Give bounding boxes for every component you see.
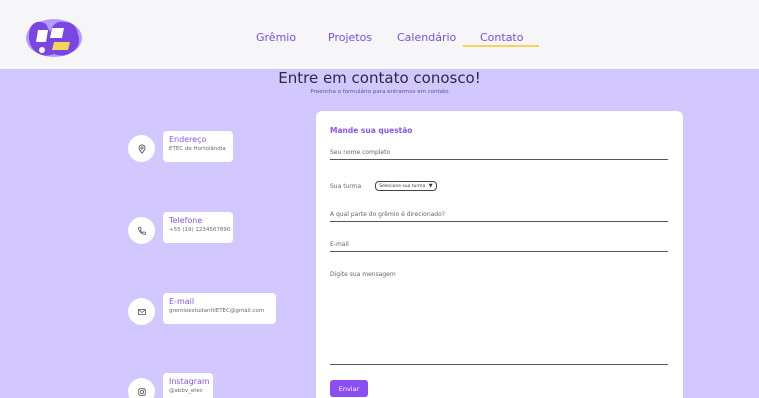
form-heading: Mande sua questão — [330, 126, 413, 135]
site-header: Grêmio Projetos Calendário Contato — [0, 0, 759, 69]
contact-label: Endereço — [169, 135, 207, 144]
turma-row: Sua turma Selecione sua turma ▼ — [330, 181, 437, 191]
turma-select-value: Selecione sua turma — [379, 184, 426, 189]
contact-card-telefone: Telefone +55 (19) 1234567890 — [163, 212, 233, 243]
contact-label: E-mail — [169, 297, 195, 306]
message-field[interactable]: Digite sua mensagem — [330, 271, 668, 365]
contact-label: Instagram — [169, 377, 210, 386]
mail-icon — [128, 298, 155, 325]
contact-section: Entre em contato conosco! Preencha o for… — [0, 69, 759, 398]
turma-label: Sua turma — [330, 182, 362, 190]
chevron-down-icon: ▼ — [428, 183, 433, 189]
location-pin-icon — [128, 135, 155, 162]
email-field[interactable]: E-mail — [330, 241, 668, 252]
contact-card-endereco: Endereço ETEC de Hortolândia — [163, 131, 233, 162]
contact-form: Mande sua questão Seu nome completo Sua … — [316, 111, 683, 398]
page-subtitle: Preencha o formulário para entrarmos em … — [310, 89, 449, 95]
contact-card-instagram: Instagram @abbv_etec — [163, 373, 213, 398]
turma-select[interactable]: Selecione sua turma ▼ — [375, 181, 437, 191]
instagram-icon — [128, 378, 155, 398]
name-field[interactable]: Seu nome completo — [330, 149, 668, 160]
page-title: Entre em contato conosco! — [278, 69, 481, 87]
contact-value: +55 (19) 1234567890 — [169, 227, 231, 233]
contact-label: Telefone — [169, 216, 203, 225]
contact-value: @abbv_etec — [169, 388, 203, 394]
nav-projetos[interactable]: Projetos — [328, 31, 372, 44]
gremio-logo[interactable] — [24, 16, 84, 60]
send-button[interactable]: Enviar — [330, 380, 368, 397]
phone-icon — [128, 217, 155, 244]
nav-contato[interactable]: Contato — [480, 31, 523, 44]
contact-card-email: E-mail gremioestudantilETEC@gmail.com — [163, 293, 276, 324]
contact-value: ETEC de Hortolândia — [169, 146, 226, 152]
gremio-part-field[interactable]: A qual parte do grêmio é direcionado? — [330, 211, 668, 222]
contact-value: gremioestudantilETEC@gmail.com — [169, 308, 265, 314]
nav-active-indicator — [463, 45, 539, 47]
nav-gremio[interactable]: Grêmio — [256, 31, 296, 44]
nav-calendario[interactable]: Calendário — [397, 31, 456, 44]
